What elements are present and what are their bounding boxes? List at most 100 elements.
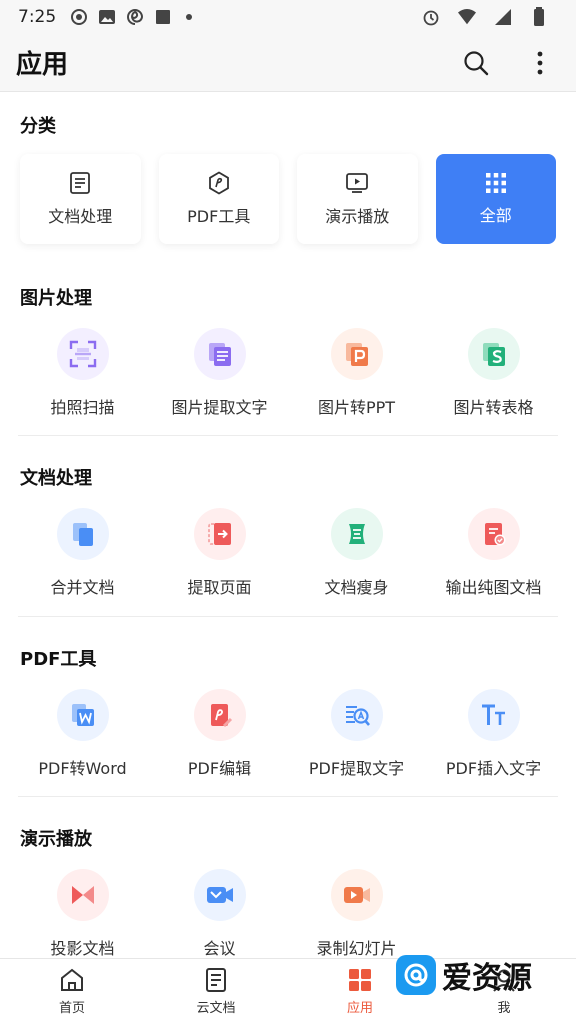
status-bar: 7:25 [0, 0, 576, 34]
category-document[interactable]: 文档处理 [20, 154, 141, 244]
category-pdf[interactable]: PDF工具 [158, 154, 279, 244]
grid-icon [485, 173, 506, 193]
section-title-presentation: 演示播放 [20, 829, 92, 850]
nav-label: 应用 [346, 1001, 373, 1016]
category-presentation[interactable]: 演示播放 [297, 154, 418, 244]
pdf-tools-row: PDF转Word PDF编辑 PDF提取文字 PDF插入文字 [14, 689, 562, 779]
nav-label: 云文档 [196, 1001, 236, 1016]
apps-icon [349, 969, 371, 991]
nav-cloud-doc[interactable]: 云文档 [144, 959, 288, 1024]
image-notification-icon [98, 8, 116, 26]
extract-page-icon [207, 523, 231, 545]
tool-label: 输出纯图文档 [445, 578, 542, 597]
pdf-word-icon [71, 704, 94, 726]
tool-label: PDF提取文字 [308, 759, 405, 778]
divider [18, 616, 558, 617]
divider [18, 796, 558, 797]
tool-label: PDF转Word [38, 759, 127, 778]
app-bar: 应用 [0, 34, 576, 92]
battery-icon [530, 7, 548, 26]
projection-icon [71, 886, 94, 904]
category-all[interactable]: 全部 [435, 154, 556, 244]
tool-image-to-ppt[interactable]: 图片转PPT [288, 328, 425, 418]
image-sheet-icon [482, 343, 505, 366]
tool-label: PDF插入文字 [445, 759, 542, 778]
nav-label: 首页 [58, 1001, 85, 1016]
tool-slim-doc[interactable]: 文档瘦身 [288, 508, 425, 598]
status-right [422, 7, 558, 26]
more-vertical-icon [537, 51, 543, 74]
image-ppt-icon [345, 343, 368, 366]
cloud-doc-icon [206, 968, 226, 992]
document-icon [70, 172, 91, 194]
category-label: 全部 [479, 206, 512, 225]
tool-label: 图片转PPT [317, 398, 396, 417]
tool-extract-page[interactable]: 提取页面 [151, 508, 288, 598]
tool-label: 拍照扫描 [50, 398, 115, 417]
tool-image-to-sheet[interactable]: 图片转表格 [425, 328, 562, 418]
image-tools-row: 拍照扫描 图片提取文字 图片转PPT 图片转表格 [14, 328, 562, 418]
pdf-text-icon [345, 706, 370, 726]
watermark: 爱资源 [396, 952, 532, 998]
watermark-text: 爱资源 [442, 961, 532, 996]
document-tools-row: 合并文档 提取页面 文档瘦身 输出纯图文档 [14, 508, 562, 598]
nav-home[interactable]: 首页 [0, 959, 144, 1024]
more-button[interactable] [520, 43, 560, 83]
tool-pdf-to-word[interactable]: PDF转Word [14, 689, 151, 779]
square-notification-icon [154, 8, 172, 26]
tool-projection[interactable]: 投影文档 [14, 869, 151, 958]
home-icon [61, 968, 83, 991]
app-actions [456, 43, 560, 83]
tool-label: 会议 [203, 939, 236, 958]
search-button[interactable] [456, 43, 496, 83]
tool-meeting[interactable]: 会议 [151, 869, 288, 958]
tool-pdf-insert-text[interactable]: PDF插入文字 [425, 689, 562, 779]
spiral-app-icon [126, 8, 144, 26]
search-icon [464, 50, 489, 75]
tool-record-slides[interactable]: 录制幻灯片 [288, 869, 425, 958]
tool-image-only-doc[interactable]: 输出纯图文档 [425, 508, 562, 598]
category-row: 文档处理 PDF工具 演示播放 全部 [20, 154, 556, 244]
nav-label: 我 [497, 1001, 511, 1016]
section-title-image: 图片处理 [20, 288, 92, 309]
swirl-app-icon [70, 8, 88, 26]
section-title-document: 文档处理 [20, 468, 92, 489]
signal-icon [494, 8, 512, 26]
tool-photo-scan[interactable]: 拍照扫描 [14, 328, 151, 418]
slim-icon [348, 524, 365, 544]
tool-label: PDF编辑 [187, 759, 252, 778]
presentation-icon [346, 173, 369, 193]
tool-merge-docs[interactable]: 合并文档 [14, 508, 151, 598]
divider [18, 435, 558, 436]
watermark-logo-icon [396, 955, 436, 995]
tool-label: 提取页面 [187, 578, 252, 597]
tool-label: 图片提取文字 [171, 398, 268, 417]
tool-label: 录制幻灯片 [316, 939, 397, 958]
category-label: 文档处理 [48, 207, 113, 226]
record-icon [343, 887, 370, 903]
wifi-icon [458, 8, 476, 26]
tool-label: 图片转表格 [453, 398, 534, 417]
tool-label: 合并文档 [50, 578, 115, 597]
alarm-icon [422, 8, 440, 26]
content: 分类 文档处理 PDF工具 演示播放 全部 图片处理 拍照扫描 图片提取文字 图… [0, 92, 576, 958]
tool-pdf-extract-text[interactable]: PDF提取文字 [288, 689, 425, 779]
page-title: 应用 [16, 50, 69, 80]
category-label: 演示播放 [325, 207, 390, 226]
category-section-title: 分类 [20, 116, 56, 137]
status-time: 7:25 [18, 7, 57, 27]
scan-icon [69, 340, 96, 368]
image-doc-icon [484, 523, 505, 546]
tool-label: 投影文档 [50, 939, 115, 958]
tool-pdf-edit[interactable]: PDF编辑 [151, 689, 288, 779]
tool-label: 文档瘦身 [324, 578, 389, 597]
pdf-edit-icon [210, 704, 232, 728]
meeting-icon [206, 887, 233, 903]
pdf-tool-icon [208, 171, 229, 195]
tool-image-to-text[interactable]: 图片提取文字 [151, 328, 288, 418]
presentation-tools-row: 投影文档 会议 录制幻灯片 [14, 869, 562, 958]
more-notifications-dot-icon [186, 14, 193, 20]
section-title-pdf: PDF工具 [20, 649, 97, 670]
insert-text-icon [481, 704, 505, 725]
merge-icon [72, 523, 93, 546]
